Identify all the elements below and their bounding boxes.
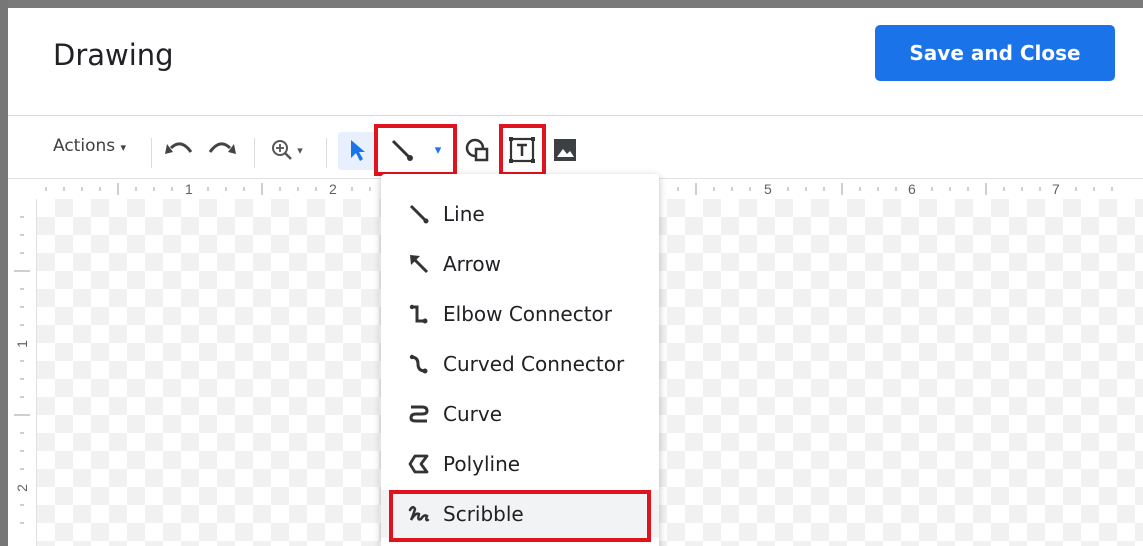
drawing-dialog: Drawing Save and Close Actions ▾ ▾ ▾ 1 2… (8, 8, 1143, 546)
actions-menu-button[interactable]: Actions ▾ (53, 136, 126, 156)
line-tool-menu: Line Arrow Elbow Connector Curved Connec… (381, 174, 659, 546)
toolbar-separator (151, 138, 152, 168)
menu-item-label: Arrow (443, 252, 501, 276)
menu-item-elbow-connector[interactable]: Elbow Connector (381, 290, 659, 338)
vertical-ruler: 1 2 (8, 199, 37, 546)
ruler-number: 6 (908, 181, 916, 197)
menu-item-polyline[interactable]: Polyline (381, 440, 659, 488)
polyline-icon (403, 448, 435, 480)
arrow-icon (403, 248, 435, 280)
undo-icon[interactable] (163, 134, 195, 166)
menu-item-label: Line (443, 202, 485, 226)
menu-item-label: Curved Connector (443, 352, 625, 376)
chevron-down-icon: ▾ (120, 141, 127, 154)
toolbar-separator (326, 138, 327, 168)
menu-item-label: Polyline (443, 452, 521, 476)
window-frame-top (0, 0, 1143, 8)
line-icon (403, 198, 435, 230)
ruler-number: 1 (185, 181, 193, 197)
elbow-connector-icon (403, 298, 435, 330)
curve-icon (403, 398, 435, 430)
ruler-number: 1 (13, 340, 30, 348)
highlight-line-tool (374, 124, 457, 176)
actions-label: Actions (53, 136, 116, 156)
shape-icon[interactable] (462, 134, 494, 166)
toolbar-separator (254, 138, 255, 168)
select-icon[interactable] (341, 134, 373, 166)
save-and-close-button[interactable]: Save and Close (875, 25, 1115, 81)
dialog-title: Drawing (53, 38, 174, 72)
menu-item-arrow[interactable]: Arrow (381, 240, 659, 288)
menu-item-label: Curve (443, 402, 503, 426)
window-frame-left (0, 0, 8, 546)
redo-icon[interactable] (206, 134, 238, 166)
highlight-scribble (389, 490, 651, 542)
image-icon[interactable] (549, 134, 581, 166)
ruler-number: 2 (329, 181, 337, 197)
ruler-number: 2 (13, 484, 30, 492)
menu-item-curved-connector[interactable]: Curved Connector (381, 340, 659, 388)
zoom-dropdown-icon[interactable]: ▾ (292, 134, 308, 166)
menu-item-line[interactable]: Line (381, 190, 659, 238)
ruler-number: 5 (764, 181, 772, 197)
highlight-text-box-tool (499, 124, 546, 176)
menu-item-label: Elbow Connector (443, 302, 612, 326)
menu-item-curve[interactable]: Curve (381, 390, 659, 438)
ruler-number: 7 (1052, 181, 1060, 197)
curved-connector-icon (403, 348, 435, 380)
toolbar: Actions ▾ ▾ ▾ (8, 116, 1143, 178)
